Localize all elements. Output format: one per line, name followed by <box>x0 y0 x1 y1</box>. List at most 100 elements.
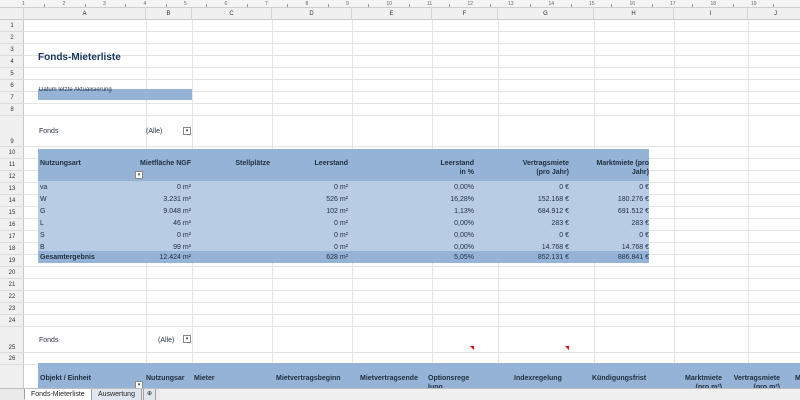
marktmiete-cell: 0 € <box>639 232 649 239</box>
row-header-18[interactable]: 18 <box>0 243 24 255</box>
ruler-tick: 1 <box>22 1 25 7</box>
comment-marker-icon <box>470 346 474 350</box>
grid-row-line <box>24 115 800 116</box>
column-header-i[interactable]: I <box>674 8 748 20</box>
column-header-c[interactable]: C <box>192 8 272 20</box>
row-header-15[interactable]: 15 <box>0 207 24 219</box>
column-header-a[interactable]: A <box>24 8 146 20</box>
grid-row-line <box>24 31 800 32</box>
grid-row-line <box>24 146 800 147</box>
row-header-21[interactable]: 21 <box>0 279 24 291</box>
ruler-tick: 12 <box>467 1 474 7</box>
fonds2-filter-dropdown-icon[interactable]: ▾ <box>183 335 191 343</box>
row-header-3[interactable]: 3 <box>0 44 24 56</box>
marktmiete-cell: 0 € <box>639 184 649 191</box>
ruler-tick: 14 <box>548 1 555 7</box>
row-header-19[interactable]: 19 <box>0 255 24 267</box>
column-header-g[interactable]: G <box>498 8 594 20</box>
row-header-26[interactable]: 26 <box>0 353 24 365</box>
ruler-minor-tick <box>570 4 572 7</box>
grid-col-line <box>748 20 749 388</box>
grid-row-line <box>24 302 800 303</box>
row-header-5[interactable]: 5 <box>0 68 24 80</box>
tab-fonds-mieterliste[interactable]: Fonds-Mieterliste <box>24 389 92 400</box>
total-flaeche: 12.424 m² <box>159 254 191 261</box>
hdr2-beginn: Mietvertragsbeginn <box>276 375 341 382</box>
ruler-minor-tick <box>651 4 653 7</box>
column-headers: ABCDEFGHIJ <box>0 8 800 20</box>
total-vertragsmiete: 852.131 € <box>537 254 569 261</box>
grid-row-line <box>24 43 800 44</box>
vertragsmiete-cell: 152.168 € <box>537 196 569 203</box>
grid-row-line <box>24 314 800 315</box>
row-header-9[interactable]: 9 <box>0 116 24 147</box>
column-header-j[interactable]: J <box>748 8 800 20</box>
hdr2-index: Indexregelung <box>514 375 562 382</box>
row-headers: 1 2 3 4 5 6 7 8 9 10 11 12 13 14 15 16 17 18 19 20 21 22 23 24 2… <box>0 20 24 388</box>
new-sheet-icon[interactable]: ⊕ <box>143 389 157 400</box>
hdr2-nutzungsart: Nutzungsar <box>146 375 185 382</box>
mietflaeche-cell: 0 m² <box>177 232 191 239</box>
marktmiete-cell: 691.512 € <box>617 208 649 215</box>
column-header-b[interactable]: B <box>146 8 192 20</box>
sheet-grid[interactable]: Fonds-Mieterliste Datum letzte Aktualisi… <box>24 20 800 388</box>
grid-row-line <box>24 67 800 68</box>
ruler-tick: 9 <box>346 1 349 7</box>
row-header-14[interactable]: 14 <box>0 195 24 207</box>
nutzungsart-filter-icon[interactable]: ▾ <box>135 171 143 179</box>
hdr-nutzungsart: Nutzungsart <box>40 160 81 167</box>
row-header-11[interactable]: 11 <box>0 159 24 171</box>
objekt-filter-icon[interactable]: ▾ <box>135 381 143 388</box>
ruler-minor-tick <box>165 4 167 7</box>
fonds-filter-dropdown-icon[interactable]: ▾ <box>183 127 191 135</box>
ruler-minor-tick <box>368 4 369 7</box>
ruler-tick: 4 <box>143 1 147 7</box>
row-header-17[interactable]: 17 <box>0 231 24 243</box>
column-header-e[interactable]: E <box>352 8 432 20</box>
page-title: Fonds-Mieterliste <box>38 52 121 63</box>
hdr2-vertragsmiete: Vertragsmiete (pro m²) <box>733 375 780 388</box>
marktmiete-cell: 283 € <box>631 220 649 227</box>
leerstand-pct-cell: 16,28% <box>450 196 474 203</box>
row-header-10[interactable]: 10 <box>0 147 24 159</box>
row-header-12[interactable]: 12 <box>0 171 24 183</box>
column-header-h[interactable]: H <box>594 8 674 20</box>
fonds-filter-value: (Alle) <box>146 128 163 135</box>
row-header-23[interactable]: 23 <box>0 303 24 315</box>
hdr2-option: Optionsrege lung <box>428 375 470 388</box>
row-header-25[interactable]: 25 <box>0 327 24 353</box>
row-header-24[interactable]: 24 <box>0 315 24 327</box>
row-header-4[interactable]: 4 <box>0 56 24 68</box>
ruler-minor-tick <box>84 4 86 7</box>
ruler-tick: 17 <box>670 1 676 7</box>
ruler-tick: 16 <box>629 1 636 7</box>
grid-row-line <box>24 55 800 56</box>
row-header-22[interactable]: 22 <box>0 291 24 303</box>
row-header-1[interactable]: 1 <box>0 20 24 32</box>
select-all-corner[interactable] <box>0 8 24 20</box>
row-header-16[interactable]: 16 <box>0 219 24 231</box>
grid-row-line <box>24 290 800 291</box>
row-header-8[interactable]: 8 <box>0 104 24 116</box>
hdr-vertragsmiete: Vertragsmiete (pro Jahr) <box>522 160 569 176</box>
leerstand-pct-cell: 0,00% <box>454 184 474 191</box>
horizontal-scrollbar[interactable] <box>160 388 800 400</box>
row-header-20[interactable]: 20 <box>0 267 24 279</box>
leerstand-pct-cell: 0,00% <box>454 232 474 239</box>
row-header-2[interactable]: 2 <box>0 32 24 44</box>
row-header-13[interactable]: 13 <box>0 183 24 195</box>
total-marktmiete: 886.841 € <box>617 254 649 261</box>
leerstand-pct-cell: 0,00% <box>454 220 474 227</box>
hdr2-kuendigung: Kündigungsfrist <box>592 375 647 382</box>
row-header-7[interactable]: 7 <box>0 92 24 104</box>
ruler-tick: 18 <box>710 1 717 7</box>
spreadsheet-window: 1 2 3 4 5 6 7 8 9 10 11 12 13 14 15 16 17 18 19 ABCDEFGHIJ… <box>0 0 800 400</box>
row-header-6[interactable]: 6 <box>0 80 24 92</box>
tab-auswertung[interactable]: Auswertung <box>91 389 142 400</box>
hdr2-ende: Mietvertragsende <box>360 375 418 382</box>
column-header-f[interactable]: F <box>432 8 498 20</box>
column-header-d[interactable]: D <box>272 8 352 20</box>
grid-row-line <box>24 103 800 104</box>
marktmiete-cell: 180.276 € <box>617 196 649 203</box>
mietflaeche-cell: 9.048 m² <box>163 208 191 215</box>
